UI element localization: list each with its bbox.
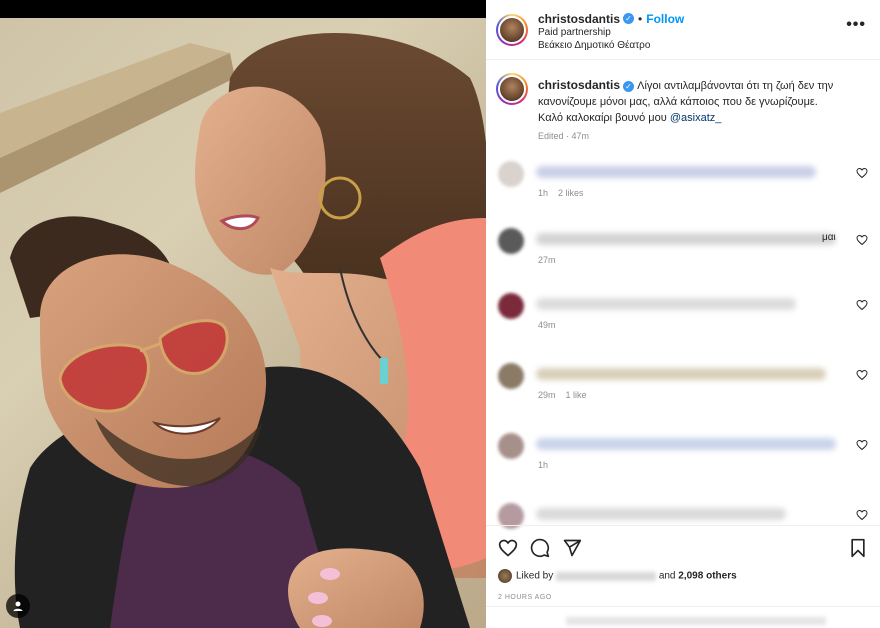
comment-time: 1h [538, 188, 549, 198]
post-photo[interactable] [0, 18, 486, 628]
heart-icon[interactable] [498, 538, 518, 558]
liker-avatar [498, 569, 512, 583]
likes-prefix: Liked by [516, 570, 554, 582]
verified-badge-icon: ✓ [623, 80, 635, 92]
comment-meta: 27m [538, 255, 566, 265]
liker-name-blurred [556, 571, 657, 581]
comment-text-blurred [536, 368, 826, 380]
follow-button[interactable]: Follow [646, 12, 684, 26]
likes-summary[interactable]: Liked by and 2,098 others [498, 569, 737, 583]
comment-time: 29m [538, 390, 556, 400]
top-bar [0, 0, 486, 18]
comment-time: 49m [538, 320, 556, 330]
comment-meta: 29m 1 like [538, 390, 597, 400]
separator-dot: • [638, 12, 643, 26]
comment-text-blurred [536, 508, 786, 520]
bookmark-icon[interactable] [848, 538, 868, 558]
paid-partnership-label[interactable]: Paid partnership [538, 27, 611, 38]
user-tag-icon[interactable] [6, 594, 30, 618]
comment-text-blurred [536, 233, 836, 245]
comment-row[interactable]: 49m [486, 285, 880, 355]
author-avatar[interactable] [496, 14, 528, 46]
comment-meta: 1h [538, 460, 558, 470]
caption-mention[interactable]: @asixatz_ [670, 112, 722, 124]
comment-text-blurred [536, 438, 836, 450]
verified-badge-icon: ✓ [623, 13, 635, 25]
add-comment-bar[interactable] [486, 606, 880, 628]
likes-count[interactable]: 2,098 others [678, 571, 736, 582]
comment-meta: 49m [538, 320, 566, 330]
comment-meta: 1h 2 likes [538, 188, 594, 198]
comment-text-trail: μαι [822, 232, 836, 243]
comment-like-heart-icon[interactable] [856, 509, 868, 521]
comment-time: 1h [538, 460, 549, 470]
comment-like-heart-icon[interactable] [856, 167, 868, 179]
more-options-icon[interactable]: ••• [846, 16, 866, 34]
action-bar [486, 525, 880, 567]
author-row: christosdantis ✓ • Follow [538, 10, 684, 28]
comment-likes[interactable]: 1 like [566, 390, 587, 400]
caption-avatar[interactable] [496, 73, 528, 105]
comment-like-heart-icon[interactable] [856, 369, 868, 381]
comment-text-blurred [536, 298, 796, 310]
comment-row[interactable]: 1h [486, 425, 880, 495]
comment-avatar[interactable] [498, 363, 524, 389]
post-header: christosdantis ✓ • Follow Paid partnership … [486, 0, 880, 60]
comment-likes[interactable]: 2 likes [558, 188, 584, 198]
caption-text: christosdantis ✓ Λίγοι αντιλαμβάνονται ότ… [538, 77, 838, 126]
likes-and: and [658, 570, 676, 582]
comment-avatar[interactable] [498, 161, 524, 187]
post-timestamp: 2 HOURS AGO [498, 594, 552, 601]
comment-like-heart-icon[interactable] [856, 439, 868, 451]
comment-time: 27m [538, 255, 556, 265]
comment-text-blurred [536, 166, 816, 178]
comment-avatar[interactable] [498, 293, 524, 319]
comment-like-heart-icon[interactable] [856, 299, 868, 311]
comment-icon[interactable] [530, 538, 550, 558]
comment-like-heart-icon[interactable] [856, 234, 868, 246]
author-username[interactable]: christosdantis [538, 12, 620, 26]
comment-avatar[interactable] [498, 433, 524, 459]
caption-meta: Edited · 47m [538, 131, 590, 141]
location-link[interactable]: Βεάκειο Δημοτικό Θέατρο [538, 40, 650, 51]
share-icon[interactable] [562, 538, 582, 558]
photo-illustration [0, 33, 486, 628]
comment-row[interactable]: μαι 27m [486, 220, 880, 290]
caption-username[interactable]: christosdantis [538, 78, 620, 92]
comment-row[interactable]: 1h 2 likes [486, 153, 880, 223]
post-caption: christosdantis ✓ Λίγοι αντιλαμβάνονται ότ… [486, 60, 880, 148]
comment-row[interactable]: 29m 1 like [486, 355, 880, 425]
comment-avatar[interactable] [498, 228, 524, 254]
post-details-panel: christosdantis ✓ • Follow Paid partnership … [486, 0, 880, 628]
